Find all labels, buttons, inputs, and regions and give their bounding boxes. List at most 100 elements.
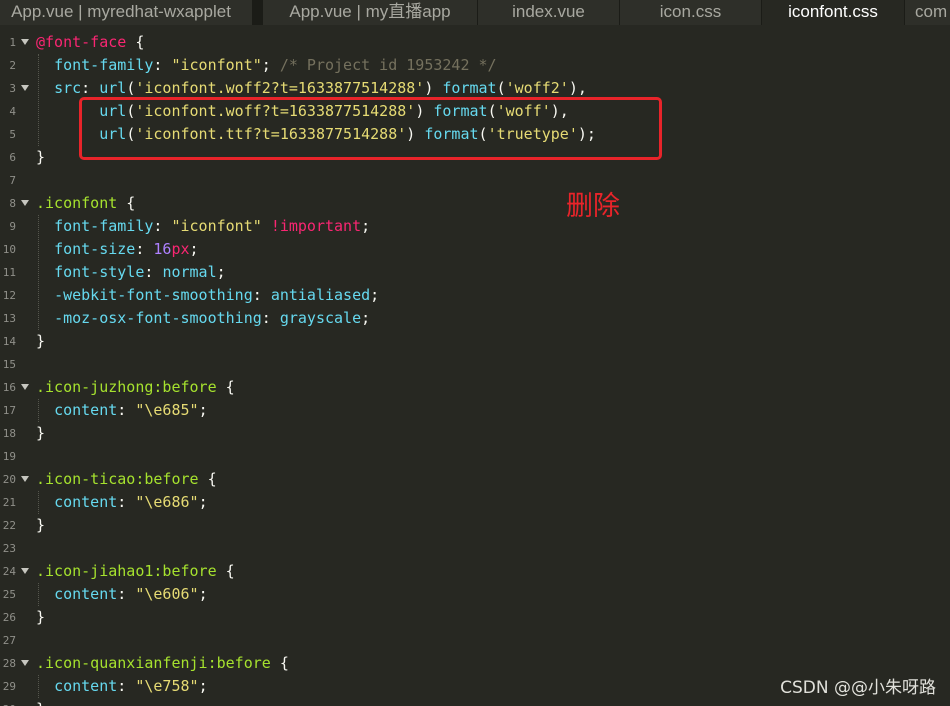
code-line[interactable]: 18}	[0, 422, 950, 445]
code-token: :	[117, 493, 136, 511]
code-token: 'woff2'	[505, 79, 569, 97]
indent-guide	[38, 215, 39, 330]
code-line[interactable]: 14}	[0, 330, 950, 353]
tab-1[interactable]: App.vue | myredhat-wxapplet	[0, 0, 253, 25]
line-number: 2	[9, 59, 16, 72]
indent-guide	[38, 675, 39, 698]
code-token: content	[54, 585, 118, 603]
code-line[interactable]: 24 .icon-jiahao1:before {	[0, 560, 950, 583]
tab-4[interactable]: icon.css	[620, 0, 762, 25]
code-text: -webkit-font-smoothing: antialiased;	[36, 284, 379, 307]
code-text: }	[36, 330, 45, 353]
fold-arrow-icon[interactable]	[21, 200, 29, 206]
code-token: ;	[261, 56, 280, 74]
code-token: }	[36, 516, 46, 534]
code-line[interactable]: 28 .icon-quanxianfenji:before {	[0, 652, 950, 675]
annotation-highlight-box	[79, 97, 662, 160]
code-token: font-style	[54, 263, 145, 281]
line-number: 18	[2, 427, 16, 440]
tab-2[interactable]: App.vue | my直播app	[263, 0, 478, 25]
tab-6[interactable]: com	[905, 0, 950, 25]
code-token: .icon-juzhong:before	[36, 378, 217, 396]
code-token: @font-face	[36, 33, 127, 51]
fold-arrow-icon[interactable]	[21, 660, 29, 666]
fold-arrow-icon[interactable]	[21, 39, 29, 45]
code-line[interactable]: 20 .icon-ticao:before {	[0, 468, 950, 491]
code-text: .icon-jiahao1:before {	[36, 560, 235, 583]
line-number: 4	[9, 105, 16, 118]
code-line[interactable]: 19	[0, 445, 950, 468]
code-text: @font-face {	[36, 31, 144, 54]
fold-arrow-icon[interactable]	[21, 568, 29, 574]
code-token: :	[117, 677, 136, 695]
fold-arrow-icon[interactable]	[21, 85, 29, 91]
line-number: 20	[2, 473, 16, 486]
line-number: 27	[2, 634, 16, 647]
line-number: 6	[9, 151, 16, 164]
code-token: (	[126, 79, 136, 97]
code-token: ;	[370, 286, 380, 304]
code-line[interactable]: 30}	[0, 698, 950, 706]
annotation-label: 删除	[566, 191, 620, 222]
code-token: ;	[198, 585, 208, 603]
code-line[interactable]: 11 font-style: normal;	[0, 261, 950, 284]
code-token: /* Project id 1953242 */	[279, 56, 497, 74]
code-token: "\e758"	[135, 677, 199, 695]
code-line[interactable]: 1 @font-face {	[0, 31, 950, 54]
code-line[interactable]: 22}	[0, 514, 950, 537]
code-line[interactable]: 27	[0, 629, 950, 652]
code-line[interactable]: 23	[0, 537, 950, 560]
line-number: 28	[2, 657, 16, 670]
code-line[interactable]: 2 font-family: "iconfont"; /* Project id…	[0, 54, 950, 77]
code-text: }	[36, 606, 45, 629]
code-text: .icon-juzhong:before {	[36, 376, 235, 399]
code-token: }	[36, 424, 46, 442]
code-line[interactable]: 10 font-size: 16px;	[0, 238, 950, 261]
code-token: url	[99, 79, 127, 97]
code-text: font-size: 16px;	[36, 238, 199, 261]
code-token: 'iconfont.woff2?t=1633877514288'	[135, 79, 425, 97]
code-line[interactable]: 15	[0, 353, 950, 376]
code-line[interactable]: 16 .icon-juzhong:before {	[0, 376, 950, 399]
code-token: grayscale	[279, 309, 362, 327]
code-token: content	[54, 493, 118, 511]
tab-3[interactable]: index.vue	[478, 0, 620, 25]
code-line[interactable]: 7	[0, 169, 950, 192]
line-number: 26	[2, 611, 16, 624]
code-text: font-style: normal;	[36, 261, 226, 284]
code-token: content	[54, 677, 118, 695]
code-token: "\e606"	[135, 585, 199, 603]
code-token: :	[81, 79, 100, 97]
code-text: .icon-quanxianfenji:before {	[36, 652, 289, 675]
tab-5[interactable]: iconfont.css	[762, 0, 905, 25]
line-number: 8	[9, 197, 16, 210]
code-line[interactable]: 26}	[0, 606, 950, 629]
code-token: :	[252, 286, 271, 304]
code-line[interactable]: 25 content: "\e606";	[0, 583, 950, 606]
code-text: -moz-osx-font-smoothing: grayscale;	[36, 307, 370, 330]
code-line[interactable]: 8 .iconfont {	[0, 192, 950, 215]
line-number: 16	[2, 381, 16, 394]
line-number: 10	[2, 243, 16, 256]
line-number: 30	[0, 698, 16, 706]
code-token: 16	[153, 240, 172, 258]
code-token: :	[153, 217, 172, 235]
code-token: font-size	[54, 240, 136, 258]
fold-arrow-icon[interactable]	[21, 384, 29, 390]
code-token: ),	[568, 79, 587, 97]
code-token: }	[36, 332, 46, 350]
code-line[interactable]: 9 font-family: "iconfont" !important;	[0, 215, 950, 238]
code-token: antialiased	[270, 286, 371, 304]
code-token: "\e686"	[135, 493, 199, 511]
tab-bar: App.vue | myredhat-wxapplet App.vue | my直…	[0, 0, 950, 25]
code-token: font-family	[54, 217, 154, 235]
fold-arrow-icon[interactable]	[21, 476, 29, 482]
code-text: content: "\e685";	[36, 399, 208, 422]
line-number: 23	[2, 542, 16, 555]
code-line[interactable]: 13 -moz-osx-font-smoothing: grayscale;	[0, 307, 950, 330]
code-token: (	[496, 79, 506, 97]
code-line[interactable]: 21 content: "\e686";	[0, 491, 950, 514]
code-line[interactable]: 17 content: "\e685";	[0, 399, 950, 422]
code-line[interactable]: 12 -webkit-font-smoothing: antialiased;	[0, 284, 950, 307]
